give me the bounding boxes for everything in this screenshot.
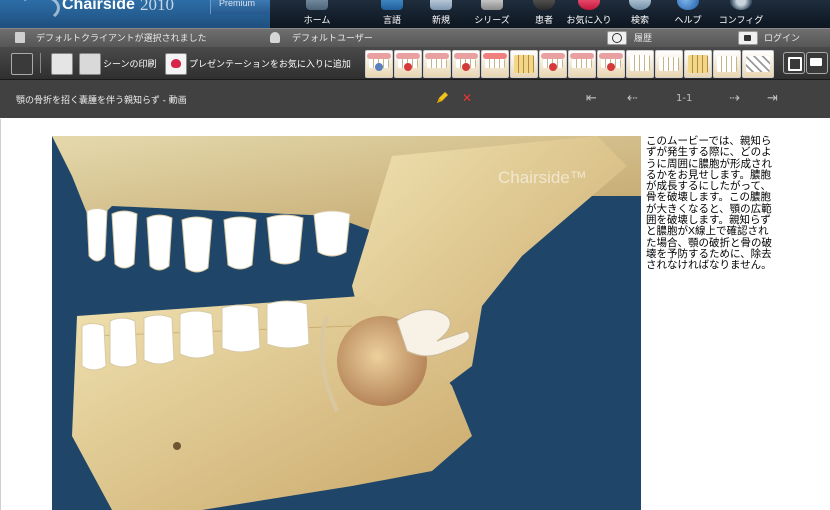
print-icon[interactable] xyxy=(79,53,101,75)
thumbnail-12[interactable] xyxy=(684,50,712,78)
series-icon xyxy=(481,0,503,10)
video-player[interactable]: Chairside™ xyxy=(52,136,641,510)
user-icon xyxy=(270,32,280,43)
edit-pencil-icon[interactable] xyxy=(436,92,448,104)
nav-series-label: シリーズ xyxy=(474,16,510,26)
search-icon xyxy=(629,0,651,10)
thumbnail-7[interactable] xyxy=(539,50,567,78)
brand-year: 2010 xyxy=(140,0,174,14)
chairside-watermark: Chairside™ xyxy=(498,168,587,187)
nav-config[interactable]: コンフィグ xyxy=(716,0,766,28)
expand-icon xyxy=(788,57,802,71)
nav-new-label: 新規 xyxy=(431,16,450,26)
next-page-button[interactable]: ⇢ xyxy=(729,91,740,106)
home-icon xyxy=(306,0,328,10)
brand-area: Chairside 2010 Premium xyxy=(0,0,271,28)
thumbnail-6[interactable] xyxy=(510,50,538,78)
nav-patient[interactable]: 患者 xyxy=(524,0,564,28)
client-status: デフォルトクライアントが選択されました xyxy=(36,34,207,44)
thumbnail-8[interactable] xyxy=(568,50,596,78)
slideshow-icon xyxy=(810,58,822,66)
first-page-button[interactable]: ⇤ xyxy=(586,91,597,106)
brand-name: Chairside xyxy=(62,0,135,13)
presentation-title-bar: 顎の骨折を招く嚢腫を伴う親知らず - 動画 ✕ ⇤ ⇠ 1-1 ⇢ ⇥ xyxy=(0,80,830,118)
add-favorite-button[interactable]: プレゼンテーションをお気に入りに追加 xyxy=(189,57,351,70)
history-label[interactable]: 履歴 xyxy=(634,31,652,44)
pin-icon xyxy=(15,32,25,43)
toolbar-divider xyxy=(40,53,41,73)
nav-favorites[interactable]: お気に入り xyxy=(566,0,612,28)
login-label[interactable]: ログイン xyxy=(764,31,800,44)
chairside-logo-icon xyxy=(18,0,60,22)
config-icon xyxy=(730,0,752,10)
favorites-icon xyxy=(578,0,600,10)
language-icon xyxy=(381,0,403,10)
previous-page-button[interactable]: ⇠ xyxy=(627,91,638,106)
slideshow-button[interactable] xyxy=(806,52,828,74)
heart-icon[interactable] xyxy=(165,53,187,75)
nav-search-label: 検索 xyxy=(630,16,649,26)
print-scene-button[interactable]: シーンの印刷 xyxy=(103,57,157,70)
help-icon xyxy=(677,0,699,10)
delete-x-icon[interactable]: ✕ xyxy=(462,91,472,105)
thumbnail-4[interactable] xyxy=(452,50,480,78)
thumbnail-9[interactable] xyxy=(597,50,625,78)
toolbar: シーンの印刷 プレゼンテーションをお気に入りに追加 xyxy=(0,47,830,80)
premium-label: Premium xyxy=(219,0,256,8)
presentation-title: 顎の骨折を招く嚢腫を伴う親知らず - 動画 xyxy=(16,96,187,106)
nav-config-label: コンフィグ xyxy=(718,16,764,26)
nav-favorites-label: お気に入り xyxy=(566,16,612,26)
premium-badge: Premium xyxy=(210,0,271,14)
new-icon xyxy=(430,0,452,10)
thumbnail-3[interactable] xyxy=(423,50,451,78)
nav-home[interactable]: ホーム xyxy=(295,0,339,28)
nav-home-label: ホーム xyxy=(303,16,331,26)
current-user: デフォルトユーザー xyxy=(292,34,373,44)
thumbnail-2[interactable] xyxy=(394,50,422,78)
nav-help-label: ヘルプ xyxy=(674,16,702,26)
nav-help[interactable]: ヘルプ xyxy=(668,0,708,28)
nav-language[interactable]: 言語 xyxy=(372,0,412,28)
clock-icon xyxy=(612,33,622,43)
nav-new[interactable]: 新規 xyxy=(421,0,461,28)
login-button[interactable] xyxy=(738,31,758,45)
nav-search[interactable]: 検索 xyxy=(620,0,660,28)
movie-description: このムービーでは、親知らずが発生する際に、どのように周囲に膿胞が形成されるかをお… xyxy=(646,135,772,272)
history-button[interactable] xyxy=(607,31,627,45)
nav-patient-label: 患者 xyxy=(534,16,553,26)
page-indicator: 1-1 xyxy=(676,93,693,104)
thumbnail-10[interactable] xyxy=(626,50,654,78)
thumbnail-13[interactable] xyxy=(713,50,741,78)
nav-language-label: 言語 xyxy=(382,16,401,26)
jaw-illustration xyxy=(52,136,641,510)
status-bar: デフォルトクライアントが選択されました デフォルトユーザー 履歴 ログイン xyxy=(0,28,830,47)
fullscreen-button[interactable] xyxy=(783,52,805,74)
heart-shape xyxy=(171,59,181,68)
content-border xyxy=(0,119,1,510)
collapse-icon[interactable] xyxy=(11,53,33,75)
thumbnail-5[interactable] xyxy=(481,50,509,78)
scene-icon[interactable] xyxy=(51,53,73,75)
lock-icon xyxy=(744,35,751,41)
last-page-button[interactable]: ⇥ xyxy=(767,91,778,106)
nav-series[interactable]: シリーズ xyxy=(470,0,514,28)
thumbnail-1[interactable] xyxy=(365,50,393,78)
thumbnail-11[interactable] xyxy=(655,50,683,78)
patient-icon xyxy=(533,0,555,10)
thumbnail-14[interactable] xyxy=(742,50,774,78)
top-bar: Chairside 2010 Premium ホーム 言語 新規 シリーズ 患者… xyxy=(0,0,830,28)
